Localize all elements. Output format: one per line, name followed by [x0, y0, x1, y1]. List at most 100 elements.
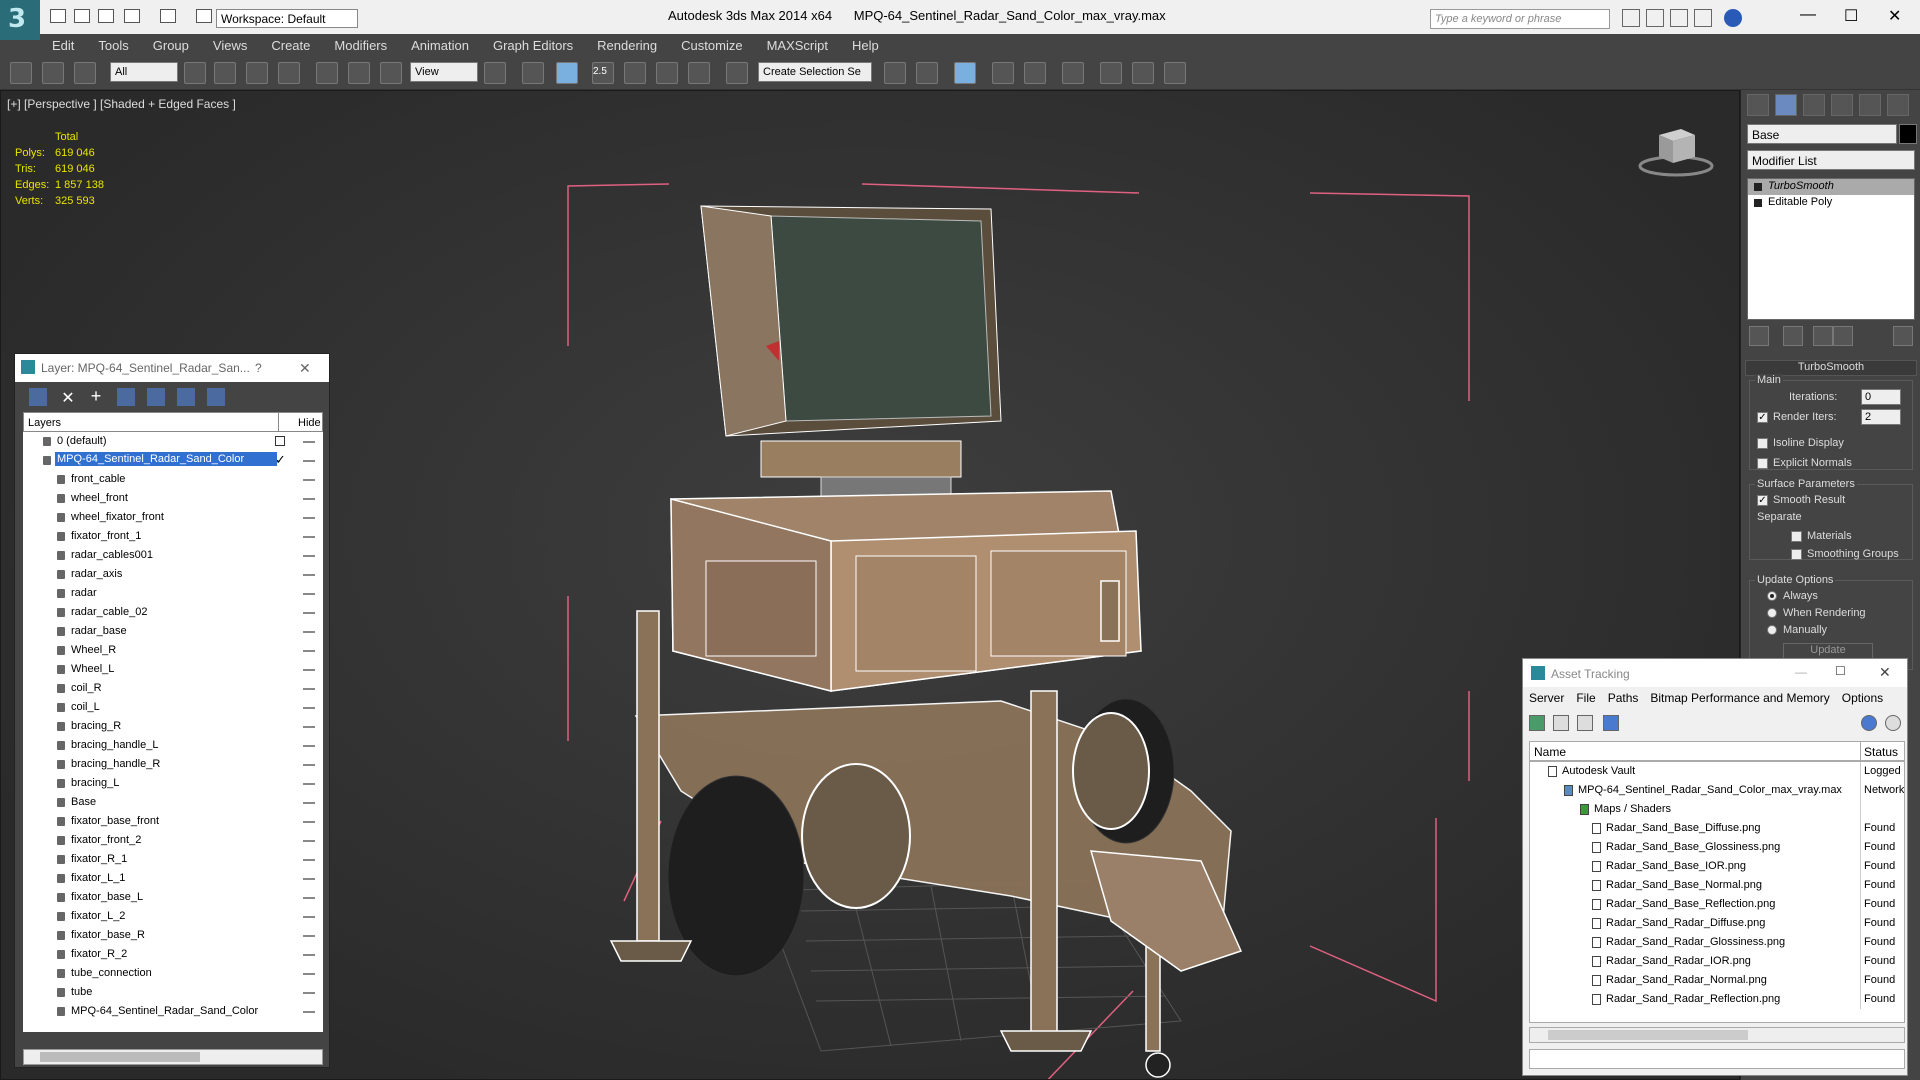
star-icon[interactable] — [1694, 9, 1712, 27]
expand-icon[interactable] — [1754, 199, 1762, 207]
delete-layer-icon[interactable]: ✕ — [59, 388, 77, 407]
move-icon[interactable] — [316, 62, 338, 84]
asset-menu-paths[interactable]: Paths — [1602, 687, 1645, 709]
refresh-icon[interactable] — [1529, 715, 1545, 731]
spinner-snap-icon[interactable] — [688, 62, 710, 84]
asset-row[interactable]: Radar_Sand_Base_Normal.png Found — [1530, 876, 1904, 895]
select-in-layer-icon[interactable] — [117, 388, 135, 406]
subscription-icon[interactable] — [1646, 9, 1664, 27]
asset-tracking-titlebar[interactable]: Asset Tracking — ☐ ✕ — [1523, 659, 1907, 687]
redo-icon[interactable] — [160, 9, 176, 23]
hide-toggle[interactable] — [303, 574, 315, 576]
asset-row[interactable]: Radar_Sand_Base_Reflection.png Found — [1530, 895, 1904, 914]
hide-toggle[interactable] — [303, 840, 315, 842]
motion-tab-icon[interactable] — [1831, 94, 1853, 116]
modify-tab-icon[interactable] — [1775, 94, 1797, 116]
layer-object-row[interactable]: fixator_R_2 — [23, 945, 323, 964]
layer-object-row[interactable]: bracing_handle_L — [23, 736, 323, 755]
maximize-asset-icon[interactable]: ☐ — [1835, 664, 1846, 678]
stack-item-editable-poly[interactable]: Editable Poly — [1748, 195, 1914, 211]
list-view-icon[interactable] — [1553, 715, 1569, 731]
hide-toggle[interactable] — [303, 764, 315, 766]
create-tab-icon[interactable] — [1747, 94, 1769, 116]
menu-animation[interactable]: Animation — [399, 34, 481, 56]
schematic-view-icon[interactable] — [1062, 62, 1084, 84]
materials-checkbox[interactable] — [1791, 531, 1802, 542]
smooth-result-checkbox[interactable]: ✓ — [1757, 495, 1768, 506]
layer-object-row[interactable]: fixator_R_1 — [23, 850, 323, 869]
tree-view-icon[interactable] — [1577, 715, 1593, 731]
layer-object-row[interactable]: wheel_fixator_front — [23, 508, 323, 527]
hide-toggle[interactable] — [303, 707, 315, 709]
menu-help[interactable]: Help — [840, 34, 891, 56]
asset-row[interactable]: Radar_Sand_Base_IOR.png Found — [1530, 857, 1904, 876]
iterations-spinner[interactable]: 0 — [1861, 389, 1901, 405]
hide-toggle[interactable] — [303, 536, 315, 538]
layer-object-row[interactable]: fixator_front_1 — [23, 527, 323, 546]
layer-object-row[interactable]: radar_cables001 — [23, 546, 323, 565]
unlink-icon[interactable] — [42, 62, 64, 84]
asset-row[interactable]: Radar_Sand_Radar_Glossiness.png Found — [1530, 933, 1904, 952]
highlight-selected-icon[interactable] — [147, 388, 165, 406]
undo-icon[interactable] — [124, 9, 140, 23]
layer-object-row[interactable]: radar_cable_02 — [23, 603, 323, 622]
hide-toggle[interactable] — [303, 897, 315, 899]
hide-toggle[interactable] — [303, 992, 315, 994]
asset-row[interactable]: Radar_Sand_Radar_Reflection.png Found — [1530, 990, 1904, 1009]
help-icon[interactable] — [1724, 9, 1742, 27]
hide-toggle[interactable] — [303, 688, 315, 690]
layer-object-row[interactable]: MPQ-64_Sentinel_Radar_Sand_Color — [23, 1002, 323, 1021]
material-editor-icon[interactable] — [1100, 62, 1122, 84]
bind-spacewarp-icon[interactable] — [74, 62, 96, 84]
selection-filter-dropdown[interactable]: All — [110, 62, 178, 82]
asset-row[interactable]: Radar_Sand_Radar_IOR.png Found — [1530, 952, 1904, 971]
hide-toggle[interactable] — [303, 973, 315, 975]
isoline-checkbox[interactable] — [1757, 438, 1768, 449]
app-logo[interactable]: 3 — [0, 0, 40, 40]
object-color-swatch[interactable] — [1899, 124, 1917, 144]
object-name-field[interactable]: Base — [1747, 124, 1897, 144]
utilities-tab-icon[interactable] — [1887, 94, 1909, 116]
asset-row[interactable]: Radar_Sand_Base_Glossiness.png Found — [1530, 838, 1904, 857]
layer-object-row[interactable]: front_cable — [23, 470, 323, 489]
layer-object-row[interactable]: Base — [23, 793, 323, 812]
window-crossing-icon[interactable] — [278, 62, 300, 84]
hide-toggle[interactable] — [303, 1011, 315, 1013]
minimize-asset-icon[interactable]: — — [1795, 665, 1807, 679]
hide-toggle[interactable] — [303, 479, 315, 481]
hide-toggle[interactable] — [303, 498, 315, 500]
render-iters-checkbox[interactable]: ✓ — [1757, 412, 1768, 423]
hide-toggle[interactable] — [303, 650, 315, 652]
stack-item-turbosmooth[interactable]: TurboSmooth — [1748, 179, 1914, 195]
configure-sets-icon[interactable] — [1893, 326, 1913, 346]
keyboard-shortcut-icon[interactable] — [556, 62, 578, 84]
hide-toggle[interactable] — [303, 726, 315, 728]
binoculars-icon[interactable] — [1622, 9, 1640, 27]
menu-modifiers[interactable]: Modifiers — [322, 34, 399, 56]
asset-row[interactable]: Radar_Sand_Base_Diffuse.png Found — [1530, 819, 1904, 838]
new-layer-icon[interactable] — [29, 388, 47, 406]
snap-toggle-icon[interactable]: 2.5 — [592, 62, 614, 84]
hide-toggle[interactable] — [303, 460, 315, 462]
col-hide[interactable]: Hide — [298, 417, 321, 429]
hide-toggle[interactable] — [303, 935, 315, 937]
hide-toggle[interactable] — [303, 593, 315, 595]
asset-menu-server[interactable]: Server — [1523, 687, 1570, 709]
col-name[interactable]: Name — [1534, 745, 1566, 759]
link-icon[interactable] — [10, 62, 32, 84]
open-file-icon[interactable] — [74, 9, 90, 23]
named-selection-dropdown[interactable]: Create Selection Se — [758, 62, 872, 82]
angle-snap-icon[interactable] — [624, 62, 646, 84]
close-layer-window-icon[interactable]: ✕ — [299, 360, 311, 377]
current-layer-check-icon[interactable]: ✓ — [275, 452, 286, 468]
layer-object-row[interactable]: bracing_R — [23, 717, 323, 736]
layer-object-row[interactable]: wheel_front — [23, 489, 323, 508]
layer-object-row[interactable]: coil_R — [23, 679, 323, 698]
asset-horizontal-scrollbar[interactable] — [1529, 1027, 1905, 1043]
asset-menu-options[interactable]: Options — [1836, 687, 1889, 709]
select-object-icon[interactable] — [184, 62, 206, 84]
layer-object-row[interactable]: coil_L — [23, 698, 323, 717]
search-input[interactable]: Type a keyword or phrase — [1430, 9, 1610, 29]
layer-row-selected[interactable]: MPQ-64_Sentinel_Radar_Sand_Color ✓ — [23, 451, 323, 470]
hierarchy-tab-icon[interactable] — [1803, 94, 1825, 116]
